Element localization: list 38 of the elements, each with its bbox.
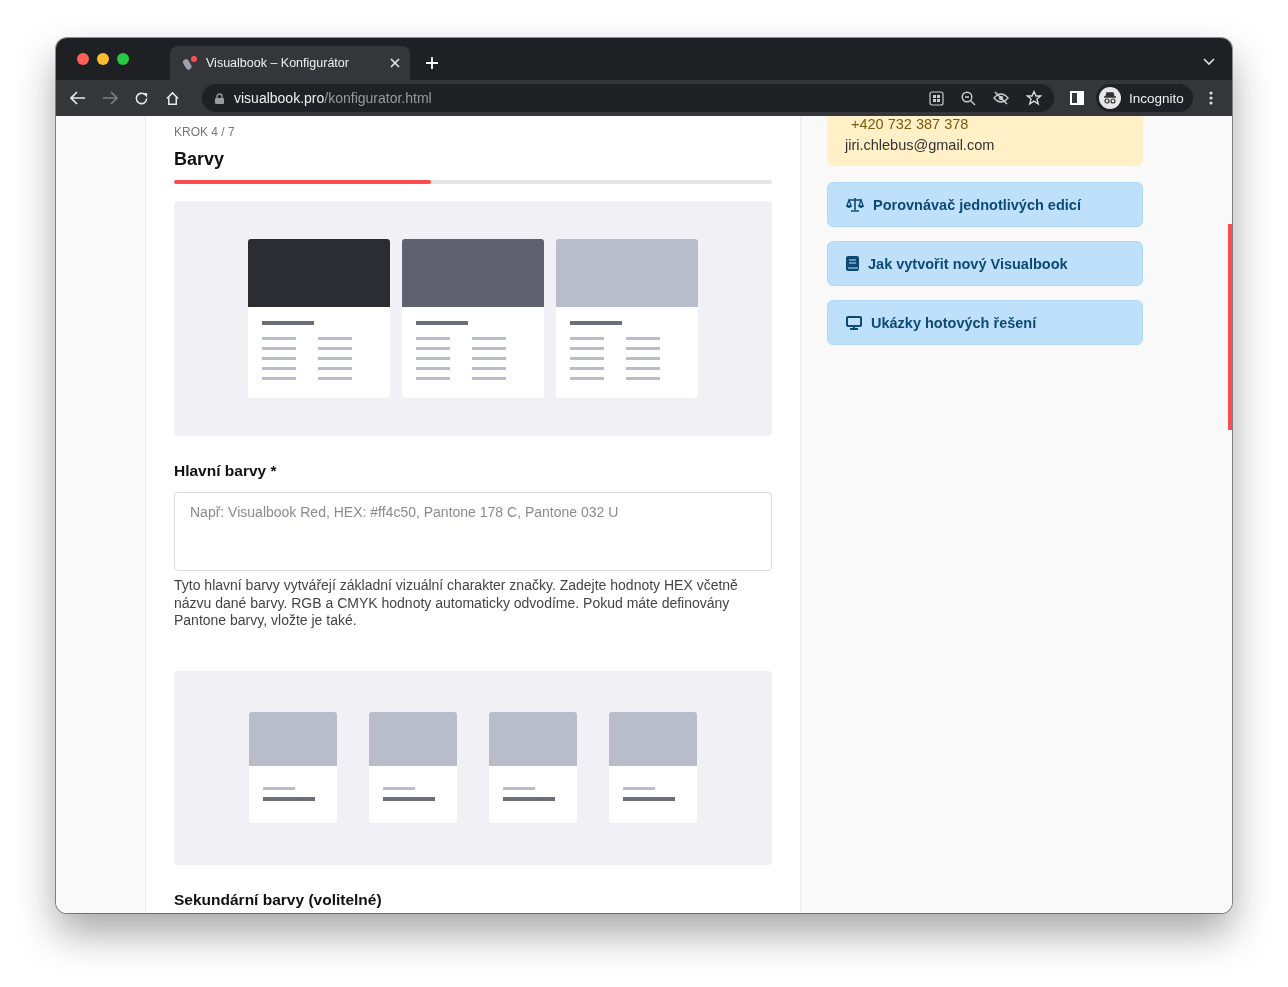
reload-icon[interactable] — [134, 90, 149, 106]
tab-title: Visualbook – Konfigurátor — [206, 56, 350, 70]
chevron-down-icon[interactable] — [1203, 58, 1215, 66]
field-label: Hlavní barvy * — [174, 462, 278, 480]
forward-icon[interactable] — [102, 91, 118, 105]
phone-text: +420 732 387 378 — [850, 116, 970, 132]
minimize-window-button[interactable] — [97, 53, 109, 65]
colors-input[interactable]: Např: Visualbook Red, HEX: #ff4c50, Pantone 178 C, Pantone 032 U — [174, 492, 772, 571]
zoom-out-icon[interactable] — [961, 90, 976, 106]
url-text: visualbook.pro/konfigurator.html — [234, 90, 432, 106]
back-icon[interactable] — [70, 91, 86, 105]
help-text: Tyto hlavní barvy vytvářejí základní vizuální charakter značky. Zadejte hodnoty HEX včetně názvu dané barvy. RGB a CMYK hodnoty automaticky odvodíme. Pokud máte definovány Pantone barvy, vložte je také. — [174, 577, 739, 630]
grid-icon[interactable] — [929, 90, 944, 106]
new-tab-icon[interactable] — [425, 56, 439, 70]
more-icon[interactable] — [1208, 91, 1213, 105]
link-button[interactable]: Ukázky hotových řešení — [827, 300, 1143, 345]
lock-icon — [215, 92, 224, 104]
monitor-icon — [846, 315, 862, 330]
close-icon[interactable] — [390, 58, 400, 68]
step-label: KROK 4 / 7 — [174, 125, 236, 139]
step-title: Barvy — [174, 149, 226, 170]
browser-tab[interactable]: Visualbook – Konfigurátor — [170, 46, 410, 80]
app-logo-icon — [182, 55, 198, 71]
email-text: jiri.chlebus@gmail.com — [845, 137, 996, 153]
profile-button[interactable]: Incognito — [1096, 84, 1193, 112]
scale-icon — [846, 197, 864, 212]
star-icon[interactable] — [1026, 90, 1042, 106]
address-bar[interactable]: visualbook.pro/konfigurator.html — [202, 84, 1054, 112]
book-icon — [846, 256, 859, 271]
home-icon[interactable] — [165, 90, 180, 106]
link-button[interactable]: Porovnávač jednotlivých edicí — [827, 182, 1143, 227]
section-title: Sekundární barvy (volitelné) — [174, 890, 383, 909]
zoom-window-button[interactable] — [117, 53, 129, 65]
close-window-button[interactable] — [77, 53, 89, 65]
incognito-icon — [1099, 87, 1121, 109]
side-panel-icon[interactable] — [1070, 91, 1084, 105]
eye-slash-icon[interactable] — [993, 91, 1009, 105]
link-button[interactable]: Jak vytvořit nový Visualbook — [827, 241, 1143, 286]
